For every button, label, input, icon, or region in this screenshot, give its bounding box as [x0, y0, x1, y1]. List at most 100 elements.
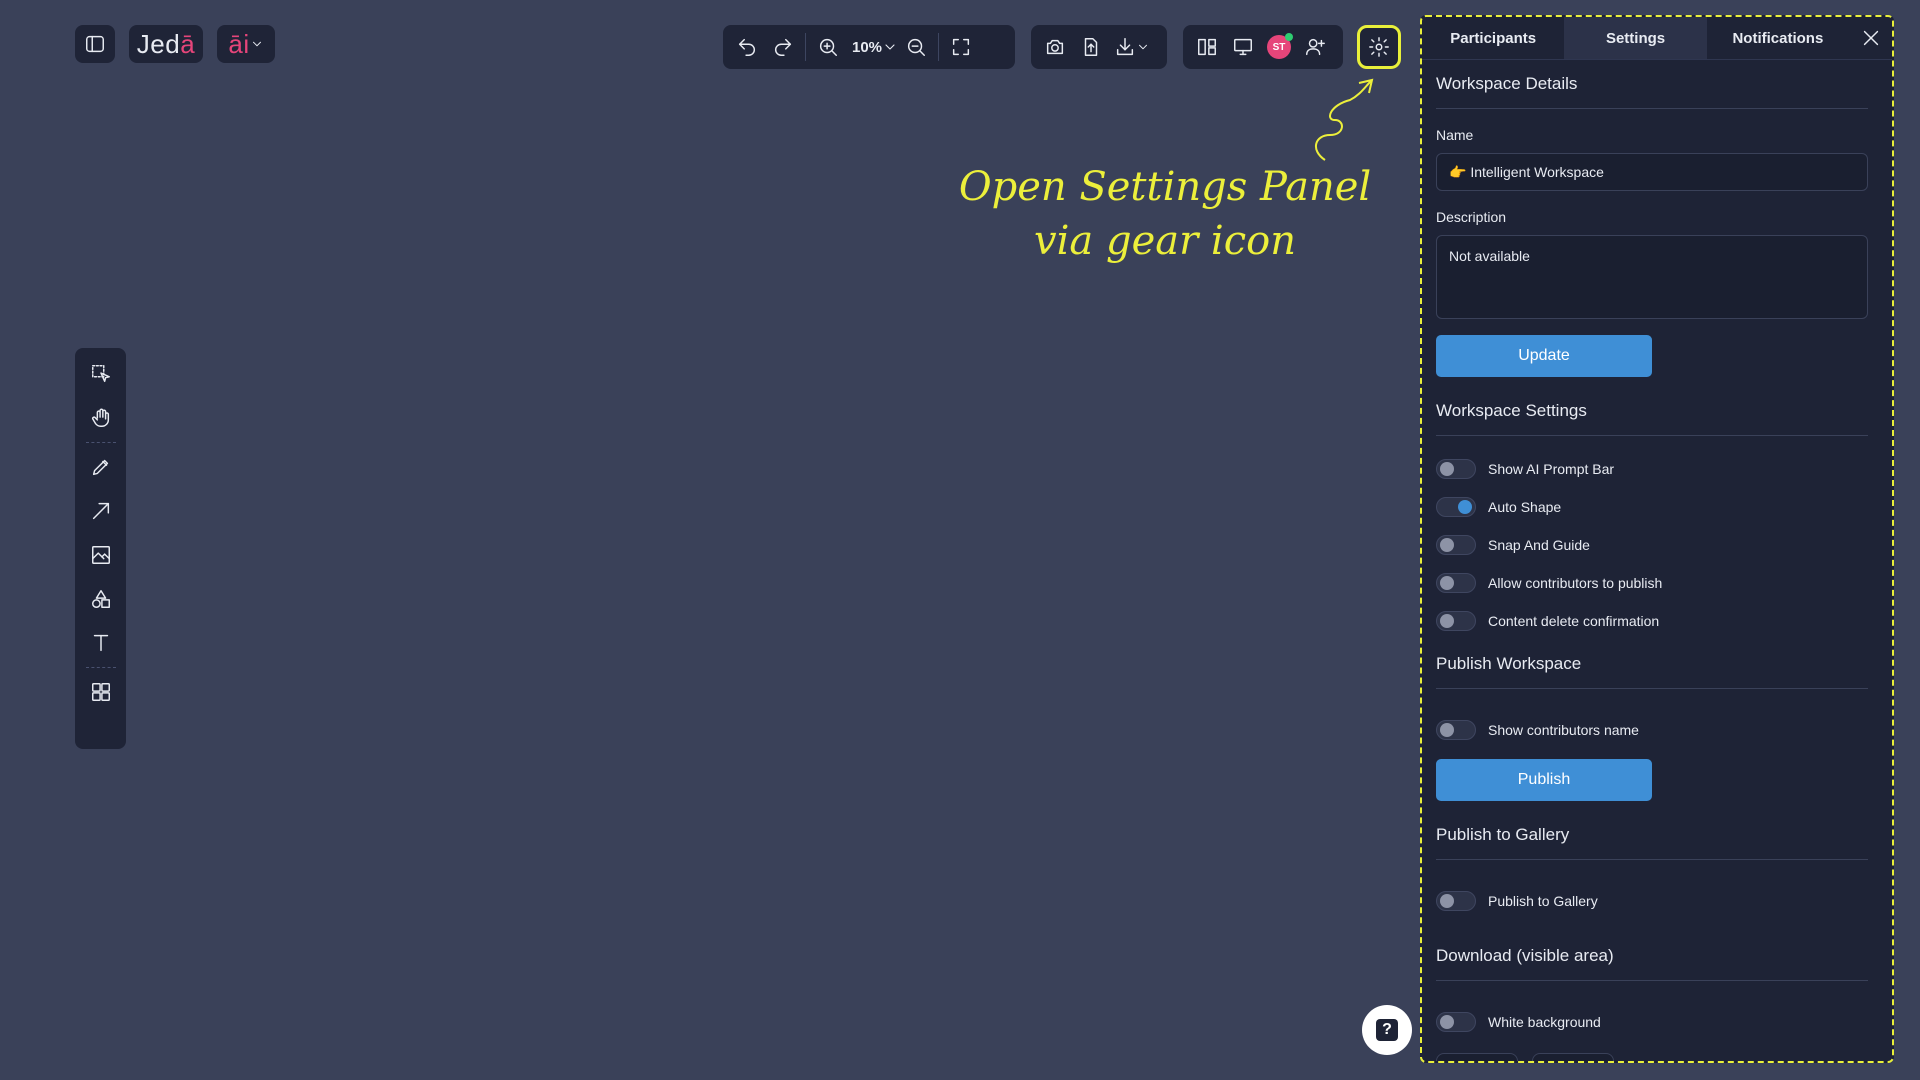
close-panel-button[interactable]: [1849, 17, 1892, 59]
setting-row-ai-prompt-bar: Show AI Prompt Bar: [1436, 450, 1868, 488]
settings-panel: Participants Settings Notifications Work…: [1420, 15, 1894, 1063]
setting-label: Allow contributors to publish: [1488, 575, 1663, 591]
section-title-publish-workspace: Publish Workspace: [1436, 640, 1868, 689]
contributors-name-toggle[interactable]: [1436, 720, 1476, 740]
shapes-tool-button[interactable]: [81, 577, 121, 621]
contributors-publish-toggle[interactable]: [1436, 573, 1476, 593]
chevron-down-icon: [1136, 36, 1150, 58]
chevron-down-icon: [882, 36, 898, 58]
avatar: ST: [1267, 33, 1293, 59]
setting-label: Show contributors name: [1488, 722, 1639, 738]
settings-button[interactable]: [1357, 25, 1401, 69]
gear-icon: [1368, 36, 1390, 58]
app-logo[interactable]: Jedā: [129, 25, 203, 63]
image-tool-button[interactable]: [81, 533, 121, 577]
fullscreen-icon: [950, 36, 972, 58]
presentation-icon: [1232, 36, 1254, 58]
arrow-tool-button[interactable]: [81, 489, 121, 533]
setting-label: Snap And Guide: [1488, 537, 1590, 553]
section-title-workspace-details: Workspace Details: [1436, 60, 1868, 109]
logo-text: Jed: [136, 28, 181, 59]
setting-label: Content delete confirmation: [1488, 613, 1660, 629]
zoom-in-button[interactable]: [810, 27, 846, 67]
zoom-out-icon: [905, 36, 927, 58]
image-icon: [90, 544, 112, 566]
chevron-down-icon: [250, 33, 264, 55]
history-zoom-toolbar: 10%: [723, 25, 1015, 69]
arrow-icon: [90, 500, 112, 522]
setting-row-contributors-name: Show contributors name: [1436, 711, 1868, 749]
description-label: Description: [1436, 209, 1507, 225]
auto-shape-toggle[interactable]: [1436, 497, 1476, 517]
annotation-line-1: Open Settings Panel: [958, 164, 1372, 210]
workspace-name-input[interactable]: 👉 Intelligent Workspace: [1436, 153, 1868, 191]
pen-tool-button[interactable]: [81, 445, 121, 489]
tab-participants[interactable]: Participants: [1422, 17, 1564, 59]
ai-prompt-bar-toggle[interactable]: [1436, 459, 1476, 479]
help-button[interactable]: ?: [1362, 1005, 1412, 1055]
delete-confirmation-toggle[interactable]: [1436, 611, 1476, 631]
setting-row-publish-gallery: Publish to Gallery: [1436, 882, 1868, 920]
select-icon: [90, 363, 112, 385]
layout-button[interactable]: [1189, 27, 1225, 67]
annotation-text: Open Settings Panel via gear icon: [950, 160, 1380, 268]
fit-screen-button[interactable]: [943, 27, 979, 67]
screenshot-button[interactable]: [1037, 27, 1073, 67]
annotation-arrow: [1315, 78, 1374, 161]
text-tool-button[interactable]: [81, 621, 121, 665]
workspace-description-input[interactable]: Not available: [1436, 235, 1868, 319]
undo-button[interactable]: [729, 27, 765, 67]
select-tool-button[interactable]: [81, 352, 121, 396]
annotation-line-2: via gear icon: [1034, 218, 1296, 264]
tab-settings[interactable]: Settings: [1564, 17, 1707, 59]
toolbar-divider: [85, 442, 116, 443]
add-user-icon: [1304, 36, 1326, 58]
update-button[interactable]: Update: [1436, 335, 1652, 377]
present-button[interactable]: [1225, 27, 1261, 67]
undo-icon: [736, 36, 758, 58]
split-layout-icon: [1196, 36, 1218, 58]
zoom-level-dropdown[interactable]: 10%: [846, 36, 898, 58]
toolbar-divider: [938, 33, 940, 61]
drawing-toolbar: [75, 348, 126, 749]
zoom-out-button[interactable]: [898, 27, 934, 67]
name-label: Name: [1436, 127, 1474, 143]
text-icon: [90, 632, 112, 654]
logo-accent: ā: [180, 28, 196, 59]
redo-button[interactable]: [765, 27, 801, 67]
download-icon: [1114, 36, 1136, 58]
section-title-download: Download (visible area): [1436, 932, 1868, 981]
user-avatar[interactable]: ST: [1261, 27, 1297, 67]
setting-row-white-background: White background: [1436, 1003, 1868, 1041]
shapes-icon: [90, 588, 112, 610]
zoom-in-icon: [817, 36, 839, 58]
section-title-publish-gallery: Publish to Gallery: [1436, 811, 1868, 860]
publish-gallery-toggle[interactable]: [1436, 891, 1476, 911]
setting-row-contributors-publish: Allow contributors to publish: [1436, 564, 1868, 602]
download-format-option[interactable]: [1436, 1053, 1518, 1061]
setting-label: Auto Shape: [1488, 499, 1562, 515]
setting-label: Show AI Prompt Bar: [1488, 461, 1615, 477]
publish-button[interactable]: Publish: [1436, 759, 1652, 801]
pencil-icon: [90, 456, 112, 478]
capture-export-toolbar: [1031, 25, 1167, 69]
setting-row-auto-shape: Auto Shape: [1436, 488, 1868, 526]
upload-button[interactable]: [1073, 27, 1109, 67]
redo-icon: [772, 36, 794, 58]
apps-tool-button[interactable]: [81, 670, 121, 714]
help-icon: ?: [1376, 1019, 1398, 1041]
upload-icon: [1080, 36, 1102, 58]
add-user-button[interactable]: [1297, 27, 1333, 67]
toolbar-divider: [85, 667, 116, 668]
setting-row-delete-confirmation: Content delete confirmation: [1436, 602, 1868, 640]
download-button[interactable]: [1109, 27, 1155, 67]
ai-menu-button[interactable]: āi: [217, 25, 275, 63]
hand-tool-button[interactable]: [81, 396, 121, 440]
white-background-toggle[interactable]: [1436, 1012, 1476, 1032]
hand-icon: [90, 407, 112, 429]
snap-guide-toggle[interactable]: [1436, 535, 1476, 555]
tab-notifications[interactable]: Notifications: [1707, 17, 1849, 59]
sidebar-toggle-button[interactable]: [75, 25, 115, 63]
sidebar-panel-icon: [84, 33, 106, 55]
download-format-option[interactable]: [1532, 1053, 1614, 1061]
